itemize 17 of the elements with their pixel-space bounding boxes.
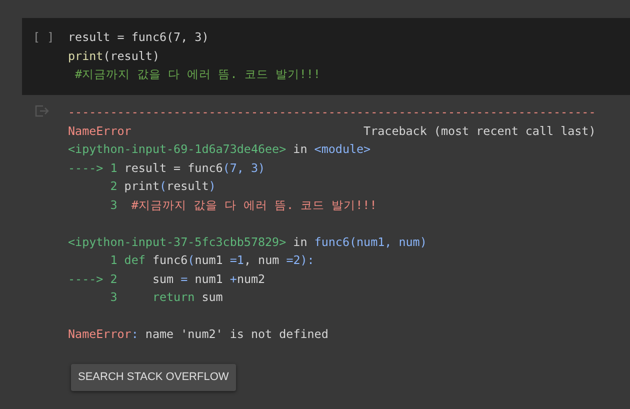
code-line: ----> 2 sum = num1 +num2 (68, 270, 266, 288)
code-line: 3 #지금까지 값을 다 에러 뜸. 코드 발기!!! (109, 196, 378, 214)
code-cell[interactable]: [ ] result = func6(7, 3) print(result) #지금까지 값을 다 에러 뜸. 코드 발기!!! (22, 18, 630, 95)
code-line: NameError Traceback (most recent call last) (68, 122, 597, 140)
code-line: 3 return sum (109, 289, 224, 306)
code-line: 1 def func6(num1 =1, num =2): (109, 252, 316, 269)
code-line: --------------------------------------------------------------------------- (68, 104, 597, 121)
search-stack-overflow-button[interactable]: SEARCH STACK OVERFLOW (71, 364, 236, 390)
code-line: 2 print(result) (109, 178, 217, 195)
code-line: print(result) (68, 48, 160, 64)
code-line: <ipython-input-37-5fc3cbb57829> in func6(num1, num) (68, 234, 428, 250)
run-cell-button[interactable]: [ ] (33, 28, 68, 95)
code-line: <ipython-input-69-1d6a73de46ee> in <module> (68, 141, 372, 158)
code-line: result = func6(7, 3) (68, 29, 210, 46)
code-line: NameError: name 'num2' is not defined (68, 326, 330, 343)
code-line: ----> 1 result = func6(7, 3) (68, 160, 266, 176)
code-line: #지금까지 값을 다 에러 뜸. 코드 발기!!! (74, 66, 320, 83)
